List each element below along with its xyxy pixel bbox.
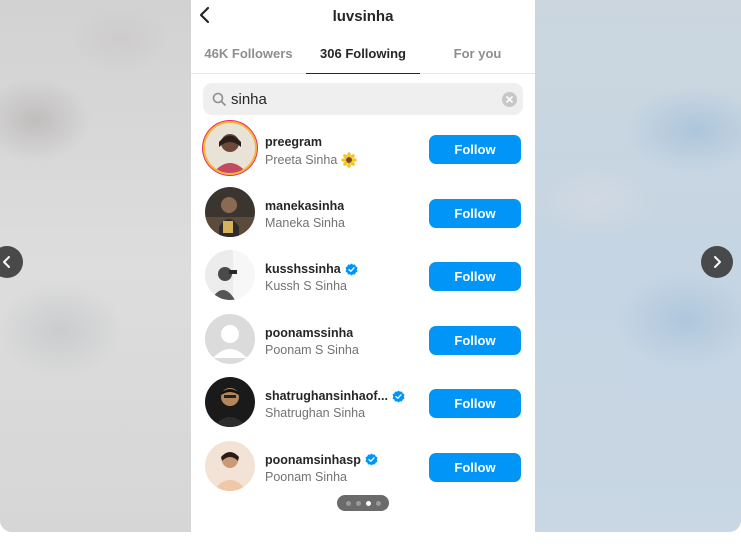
tab-followers[interactable]: 46K Followers [191, 34, 306, 74]
avatar[interactable] [205, 123, 255, 173]
user-names: poonamssinha Poonam S Sinha [265, 325, 415, 357]
search-bar [203, 83, 523, 115]
blurred-background-left [0, 0, 191, 532]
full-name: Poonam Sinha [265, 469, 348, 484]
chevron-right-icon [714, 256, 721, 268]
username[interactable]: shatrughansinhaof... [265, 389, 388, 403]
username[interactable]: poonamsinhasp [265, 453, 361, 467]
list-item: preegram Preeta Sinha Follow [191, 118, 535, 182]
avatar[interactable] [205, 377, 255, 427]
full-name: Preeta Sinha [265, 153, 338, 167]
user-names: shatrughansinhaof... Shatrughan Sinha [265, 388, 415, 420]
list-item: kusshssinha Kussh S Sinha Follow [191, 245, 535, 309]
list-item: poonamssinha Poonam S Sinha Follow [191, 309, 535, 373]
user-names: kusshssinha Kussh S Sinha [265, 261, 415, 293]
tab-for-you[interactable]: For you [420, 34, 535, 74]
follow-button[interactable]: Follow [429, 198, 521, 228]
username[interactable]: poonamssinha [265, 326, 353, 340]
following-dialog: luvsinha 46K Followers 306 Following For… [191, 0, 535, 532]
avatar[interactable] [205, 313, 255, 364]
search-icon [212, 92, 226, 106]
avatar[interactable] [205, 250, 255, 300]
user-names: poonamsinhasp Poonam Sinha [265, 452, 415, 484]
following-list: preegram Preeta Sinha Follow manekasinha… [191, 118, 535, 499]
list-item: manekasinha Maneka Sinha Follow [191, 182, 535, 246]
user-names: preegram Preeta Sinha [265, 134, 415, 168]
user-names: manekasinha Maneka Sinha [265, 198, 415, 230]
list-item: shatrughansinhaof... Shatrughan Sinha Fo… [191, 372, 535, 436]
carousel-pager [337, 495, 389, 511]
list-item: poonamsinhasp Poonam Sinha Follow [191, 436, 535, 500]
clear-search-icon[interactable] [502, 92, 517, 107]
avatar[interactable] [205, 186, 255, 237]
follow-button[interactable]: Follow [429, 325, 521, 355]
pager-dot[interactable] [355, 500, 361, 506]
pager-dot[interactable] [345, 500, 351, 506]
full-name: Maneka Sinha [265, 215, 345, 230]
chevron-left-icon [3, 256, 10, 268]
tab-following[interactable]: 306 Following [306, 34, 420, 74]
full-name: Shatrughan Sinha [265, 406, 366, 420]
full-name: Kussh S Sinha [265, 279, 347, 293]
verified-badge-icon [392, 390, 405, 402]
full-name: Poonam S Sinha [265, 342, 359, 357]
verified-badge-icon [345, 263, 358, 275]
follow-button[interactable]: Follow [429, 389, 521, 418]
search-input[interactable] [231, 83, 491, 115]
avatar[interactable] [205, 440, 255, 491]
profile-username-title: luvsinha [332, 8, 394, 25]
username[interactable]: manekasinha [265, 199, 344, 213]
follow-button[interactable]: Follow [429, 262, 521, 291]
pager-dot-active[interactable] [365, 500, 371, 506]
tabs-bar: 46K Followers 306 Following For you [191, 34, 535, 74]
verified-badge-icon [365, 453, 378, 466]
pager-dot[interactable] [375, 500, 381, 506]
dialog-header: luvsinha [191, 0, 535, 34]
username[interactable]: kusshssinha [265, 262, 341, 276]
next-slide-button[interactable] [701, 246, 733, 278]
follow-button[interactable]: Follow [429, 135, 521, 164]
sunflower-icon [341, 152, 358, 168]
follow-button[interactable]: Follow [429, 452, 521, 482]
username[interactable]: preegram [265, 135, 322, 149]
